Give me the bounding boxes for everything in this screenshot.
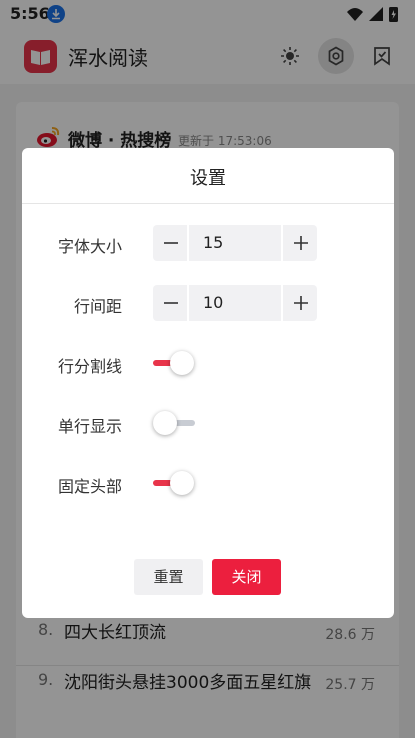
line-spacing-label: 行间距	[73, 297, 122, 316]
dialog-title: 设置	[190, 168, 226, 189]
font-size-label: 字体大小	[57, 237, 122, 256]
row-divider-setting: 行分割线	[22, 345, 394, 381]
close-button[interactable]: 关闭	[212, 559, 281, 595]
fixed-header-label: 固定头部	[57, 477, 122, 496]
settings-dialog: 设置 字体大小 15 行间距 10 行分割线 单行显示 固定头部 重置 关闭	[22, 148, 394, 618]
line-spacing-increase-button[interactable]	[281, 285, 317, 321]
fixed-header-toggle[interactable]	[153, 471, 197, 495]
single-line-toggle[interactable]	[153, 411, 197, 435]
dialog-divider	[22, 203, 394, 204]
font-size-decrease-button[interactable]	[153, 225, 189, 261]
plus-icon	[294, 236, 308, 250]
plus-icon	[294, 296, 308, 310]
line-spacing-decrease-button[interactable]	[153, 285, 189, 321]
row-divider-label: 行分割线	[57, 357, 122, 376]
line-spacing-stepper: 10	[153, 285, 317, 321]
reset-button[interactable]: 重置	[134, 559, 203, 595]
font-size-setting: 字体大小 15	[22, 225, 394, 261]
row-divider-toggle[interactable]	[153, 351, 197, 375]
line-spacing-setting: 行间距 10	[22, 285, 394, 321]
font-size-increase-button[interactable]	[281, 225, 317, 261]
font-size-stepper: 15	[153, 225, 317, 261]
minus-icon	[164, 242, 178, 244]
single-line-label: 单行显示	[57, 417, 122, 436]
single-line-setting: 单行显示	[22, 405, 394, 441]
fixed-header-setting: 固定头部	[22, 465, 394, 501]
font-size-value[interactable]: 15	[203, 233, 223, 252]
line-spacing-value[interactable]: 10	[203, 293, 223, 312]
minus-icon	[164, 302, 178, 304]
